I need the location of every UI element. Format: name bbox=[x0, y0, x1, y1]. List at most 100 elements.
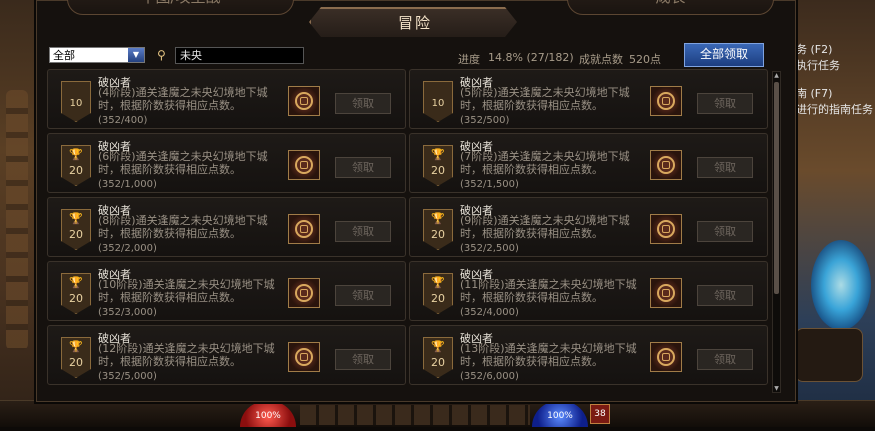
achievement-progress: (352/4,000) bbox=[460, 307, 519, 318]
claim-all-button[interactable]: 全部领取 bbox=[684, 43, 764, 67]
achievement-progress: (352/3,000) bbox=[98, 307, 157, 318]
reward-icon[interactable] bbox=[650, 86, 682, 116]
reward-emblem-icon bbox=[295, 92, 313, 110]
points-badge: 10 bbox=[423, 81, 453, 122]
badge-points: 20 bbox=[69, 356, 83, 369]
search-input[interactable]: 未央 bbox=[175, 47, 304, 64]
achievement-description: (4阶段)通关逢魔之未央幻境地下城时，根据阶数获得相应点数。 bbox=[98, 86, 284, 112]
search-icon: ⚲ bbox=[157, 48, 166, 62]
claim-button[interactable]: 领取 bbox=[335, 157, 391, 178]
achievement-stage: (13阶段) bbox=[460, 342, 505, 355]
reward-icon[interactable] bbox=[650, 342, 682, 372]
mp-orb: 100% bbox=[532, 401, 588, 427]
badge-points: 10 bbox=[431, 98, 445, 109]
badge-points: 20 bbox=[431, 228, 445, 241]
scrollbar[interactable]: ▲ ▼ bbox=[772, 71, 781, 393]
achievement-description: (8阶段)通关逢魔之未央幻境地下城时，根据阶数获得相应点数。 bbox=[98, 214, 284, 240]
reward-icon[interactable] bbox=[288, 214, 320, 244]
claim-button[interactable]: 领取 bbox=[335, 93, 391, 114]
progress-value: 14.8% (27/182) bbox=[488, 51, 574, 64]
level-indicator: 38 bbox=[590, 404, 610, 424]
points-badge: 🏆 20 bbox=[61, 273, 91, 314]
skill-bar[interactable] bbox=[300, 405, 530, 425]
achievement-description: (10阶段)通关逢魔之未央幻境地下城时，根据阶数获得相应点数。 bbox=[98, 278, 284, 304]
scroll-down-icon[interactable]: ▼ bbox=[773, 385, 780, 392]
quest-tracker-line[interactable]: 南 (F7) bbox=[796, 85, 832, 101]
reward-emblem-icon bbox=[295, 348, 313, 366]
quest-tracker-line[interactable]: 执行任务 bbox=[796, 57, 840, 73]
badge-points: 10 bbox=[69, 98, 83, 109]
badge-points: 20 bbox=[431, 292, 445, 305]
points-badge: 🏆 20 bbox=[61, 337, 91, 378]
reward-icon[interactable] bbox=[288, 150, 320, 180]
claim-button[interactable]: 领取 bbox=[335, 285, 391, 306]
claim-button[interactable]: 领取 bbox=[697, 349, 753, 370]
trophy-icon: 🏆 bbox=[69, 212, 83, 225]
category-dropdown[interactable]: 全部 ▼ bbox=[49, 47, 145, 63]
achievement-stage: (10阶段) bbox=[98, 278, 143, 291]
reward-icon[interactable] bbox=[650, 214, 682, 244]
achievement-stage: (4阶段) bbox=[98, 86, 136, 99]
achievement-stage: (7阶段) bbox=[460, 150, 498, 163]
progress-label: 进度 bbox=[458, 53, 480, 66]
hp-orb: 100% bbox=[240, 401, 296, 427]
trophy-icon: 🏆 bbox=[431, 276, 445, 289]
scroll-up-icon[interactable]: ▲ bbox=[773, 72, 780, 79]
claim-button[interactable]: 领取 bbox=[697, 285, 753, 306]
achievement-description: (13阶段)通关逢魔之未央幻境地下城时，根据阶数获得相应点数。 bbox=[460, 342, 646, 368]
achievement-card: 🏆 20 破凶者 (11阶段)通关逢魔之未央幻境地下城时，根据阶数获得相应点数。 (35… bbox=[409, 261, 768, 321]
achievement-progress: (352/2,500) bbox=[460, 243, 519, 254]
achievement-card: 10 破凶者 (5阶段)通关逢魔之未央幻境地下城时，根据阶数获得相应点数。 (352/… bbox=[409, 69, 768, 129]
reward-icon[interactable] bbox=[650, 150, 682, 180]
reward-icon[interactable] bbox=[288, 86, 320, 116]
claim-button[interactable]: 领取 bbox=[335, 349, 391, 370]
trophy-icon: 🏆 bbox=[431, 340, 445, 353]
achievement-stage: (9阶段) bbox=[460, 214, 498, 227]
reward-emblem-icon bbox=[295, 156, 313, 174]
reward-icon[interactable] bbox=[288, 278, 320, 308]
reward-emblem-icon bbox=[657, 92, 675, 110]
bottom-hud: 100% 100% 38 bbox=[0, 400, 875, 427]
tab-adventure[interactable]: 冒险 bbox=[309, 7, 517, 37]
scroll-thumb[interactable] bbox=[774, 82, 779, 294]
points-badge: 🏆 20 bbox=[423, 273, 453, 314]
achievement-window: 牟图/攻坚战 成长 冒险 全部 ▼ ⚲ 未央 进度 14.8% (27/182)… bbox=[36, 0, 796, 402]
points-value: 520点 bbox=[629, 53, 661, 66]
claim-button[interactable]: 领取 bbox=[335, 221, 391, 242]
reward-emblem-icon bbox=[657, 348, 675, 366]
achievement-description: (12阶段)通关逢魔之未央幻境地下城时，根据阶数获得相应点数。 bbox=[98, 342, 284, 368]
quest-tracker-line[interactable]: 进行的指南任务 bbox=[796, 101, 873, 117]
tab-growth[interactable]: 成长 bbox=[567, 0, 774, 15]
points-badge: 🏆 20 bbox=[423, 145, 453, 186]
achievement-progress: (352/400) bbox=[98, 115, 148, 126]
achievement-card: 🏆 20 破凶者 (13阶段)通关逢魔之未央幻境地下城时，根据阶数获得相应点数。 (35… bbox=[409, 325, 768, 385]
achievement-card: 🏆 20 破凶者 (9阶段)通关逢魔之未央幻境地下城时，根据阶数获得相应点数。 (352… bbox=[409, 197, 768, 257]
points-label: 成就点数 bbox=[579, 53, 623, 66]
scene-left-edge bbox=[0, 0, 40, 427]
reward-emblem-icon bbox=[657, 156, 675, 174]
achievement-card: 🏆 20 破凶者 (10阶段)通关逢魔之未央幻境地下城时，根据阶数获得相应点数。 (35… bbox=[47, 261, 406, 321]
achievement-description: (6阶段)通关逢魔之未央幻境地下城时，根据阶数获得相应点数。 bbox=[98, 150, 284, 176]
points-badge: 🏆 20 bbox=[61, 209, 91, 250]
trophy-icon: 🏆 bbox=[69, 148, 83, 161]
dropdown-value: 全部 bbox=[53, 49, 75, 62]
claim-button[interactable]: 领取 bbox=[697, 157, 753, 178]
badge-points: 20 bbox=[69, 292, 83, 305]
trophy-icon: 🏆 bbox=[69, 340, 83, 353]
claim-button[interactable]: 领取 bbox=[697, 221, 753, 242]
reward-icon[interactable] bbox=[288, 342, 320, 372]
reward-emblem-icon bbox=[657, 284, 675, 302]
achievement-card: 🏆 20 破凶者 (7阶段)通关逢魔之未央幻境地下城时，根据阶数获得相应点数。 (352… bbox=[409, 133, 768, 193]
achievement-progress: (352/1,000) bbox=[98, 179, 157, 190]
achievement-stage: (8阶段) bbox=[98, 214, 136, 227]
chevron-down-icon[interactable]: ▼ bbox=[128, 48, 144, 62]
quest-tracker-line[interactable]: 务 (F2) bbox=[796, 41, 832, 57]
minimap-panel[interactable] bbox=[795, 328, 863, 382]
reward-icon[interactable] bbox=[650, 278, 682, 308]
tab-raid[interactable]: 牟图/攻坚战 bbox=[67, 0, 294, 15]
achievement-stage: (12阶段) bbox=[98, 342, 143, 355]
trophy-icon: 🏆 bbox=[431, 148, 445, 161]
points-badge: 🏆 20 bbox=[423, 209, 453, 250]
claim-button[interactable]: 领取 bbox=[697, 93, 753, 114]
reward-emblem-icon bbox=[657, 220, 675, 238]
